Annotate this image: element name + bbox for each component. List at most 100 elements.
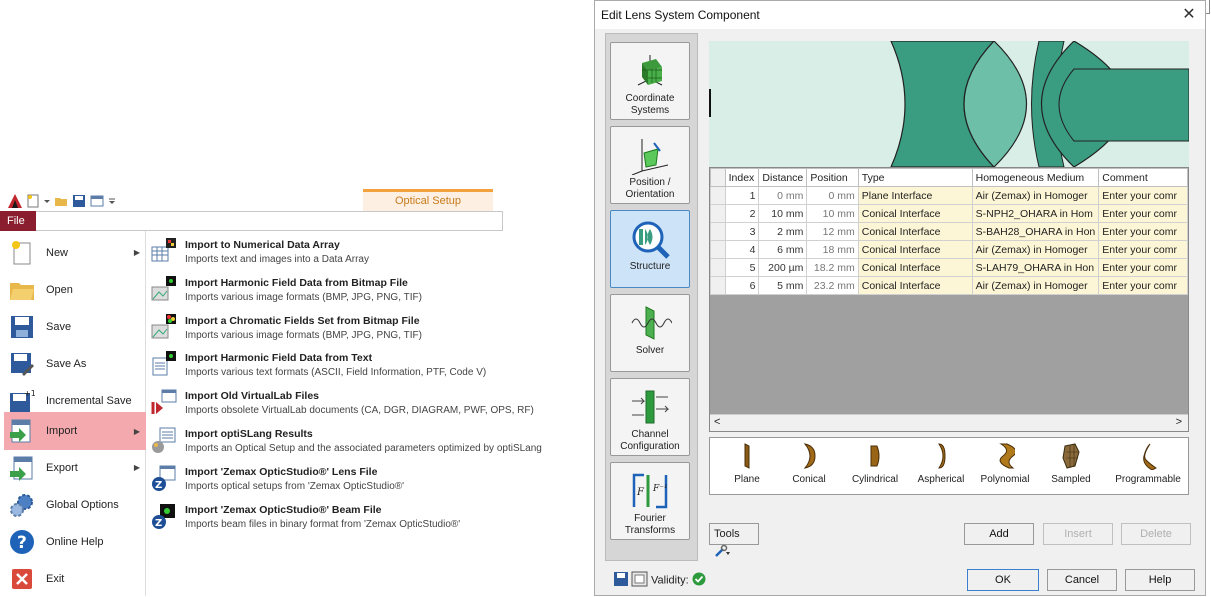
row-selector[interactable]	[710, 240, 726, 259]
horizontal-scrollbar[interactable]: < >	[710, 414, 1188, 431]
cell-medium[interactable]: Air (Zemax) in Homoger	[971, 240, 1100, 259]
import-old-virtuallab-files[interactable]: Import Old VirtualLab Files Imports obso…	[148, 384, 588, 422]
new-document-icon[interactable]	[26, 194, 40, 208]
import-harmonic-field-text[interactable]: Import Harmonic Field Data from Text Imp…	[148, 346, 588, 384]
open-folder-icon[interactable]	[54, 194, 68, 208]
cell-comment[interactable]: Enter your comr	[1098, 186, 1188, 205]
tools-dropdown-button[interactable]: Tools	[709, 523, 759, 557]
insert-button[interactable]: Insert	[1043, 523, 1113, 545]
import-zemax-beam-file[interactable]: Z Import 'Zemax OpticStudio®' Beam File …	[148, 498, 588, 536]
scrollbar-track[interactable]	[728, 417, 1168, 429]
menu-item-global-options[interactable]: Global Options	[4, 486, 146, 523]
cell-type[interactable]: Plane Interface	[857, 186, 973, 205]
column-header[interactable]: Distance	[758, 168, 808, 187]
cell-comment[interactable]: Enter your comr	[1098, 240, 1188, 259]
row-selector[interactable]	[710, 204, 726, 223]
catalog-item-aspherical[interactable]: Aspherical	[910, 442, 972, 485]
tab-file[interactable]: File	[0, 211, 36, 231]
catalog-item-conical[interactable]: Conical	[778, 442, 840, 485]
cell-type[interactable]: Conical Interface	[857, 222, 973, 241]
cell-comment[interactable]: Enter your comr	[1098, 222, 1188, 241]
cell-distance[interactable]: 200 µm	[758, 258, 808, 277]
cell-comment[interactable]: Enter your comr	[1098, 276, 1188, 295]
table-row[interactable]: 4 6 mm 18 mm Conical Interface Air (Zema…	[710, 240, 1188, 259]
sidebar-item-coordinate-systems[interactable]: Coordinate Systems	[610, 42, 690, 120]
cell-type[interactable]: Conical Interface	[857, 240, 973, 259]
row-selector[interactable]	[710, 276, 726, 295]
cell-comment[interactable]: Enter your comr	[1098, 204, 1188, 223]
catalog-item-polynomial[interactable]: Polynomial	[974, 442, 1036, 485]
sidebar-label: Channel Configuration	[620, 429, 680, 452]
cell-medium[interactable]: S-LAH79_OHARA in Hon	[971, 258, 1100, 277]
catalog-item-programmable[interactable]: Programmable	[1106, 442, 1190, 485]
plane-interface-icon	[737, 442, 757, 470]
cell-medium[interactable]: Air (Zemax) in Homoger	[971, 276, 1100, 295]
scroll-right-icon[interactable]: >	[1176, 416, 1182, 428]
dialog-title: Edit Lens System Component	[595, 1, 1205, 29]
import-chromatic-fields-bitmap[interactable]: Import a Chromatic Fields Set from Bitma…	[148, 309, 588, 347]
row-selector[interactable]	[710, 186, 726, 205]
column-header[interactable]: Position	[806, 168, 859, 187]
table-row[interactable]: 3 2 mm 12 mm Conical Interface S-BAH28_O…	[710, 222, 1188, 241]
sidebar-item-solver[interactable]: Solver	[610, 294, 690, 372]
table-row[interactable]: 2 10 mm 10 mm Conical Interface S-NPH2_O…	[710, 204, 1188, 223]
cell-type[interactable]: Conical Interface	[857, 276, 973, 295]
save-icon[interactable]	[72, 194, 86, 208]
import-numerical-data-array[interactable]: Import to Numerical Data Array Imports t…	[148, 233, 588, 271]
catalog-item-plane[interactable]: Plane	[716, 442, 778, 485]
menu-item-save-as[interactable]: Save As	[4, 345, 146, 382]
cell-position: 18 mm	[806, 240, 859, 259]
dropdown-chevron-icon[interactable]	[44, 194, 50, 208]
sidebar-item-channel-configuration[interactable]: Channel Configuration	[610, 378, 690, 456]
cell-distance[interactable]: 10 mm	[758, 204, 808, 223]
table-row[interactable]: 5 200 µm 18.2 mm Conical Interface S-LAH…	[710, 258, 1188, 277]
cell-distance[interactable]: 2 mm	[758, 222, 808, 241]
cell-distance[interactable]: 6 mm	[758, 240, 808, 259]
scroll-left-icon[interactable]: <	[714, 416, 720, 428]
column-header[interactable]: Homogeneous Medium	[971, 168, 1100, 187]
cancel-button[interactable]: Cancel	[1047, 569, 1117, 591]
sidebar-item-structure[interactable]: Structure	[610, 210, 690, 288]
sidebar-item-fourier-transforms[interactable]: F F⁻¹ Fourier Transforms	[610, 462, 690, 540]
import-optislang-results[interactable]: Import optiSLang Results Imports an Opti…	[148, 422, 588, 460]
cell-medium[interactable]: S-NPH2_OHARA in Hom	[971, 204, 1100, 223]
import-zemax-lens-file[interactable]: Z Import 'Zemax OpticStudio®' Lens File …	[148, 460, 588, 498]
menu-item-save[interactable]: Save	[4, 308, 146, 345]
ok-button[interactable]: OK	[967, 569, 1039, 591]
import-harmonic-field-bitmap[interactable]: Import Harmonic Field Data from Bitmap F…	[148, 271, 588, 309]
row-selector[interactable]	[710, 258, 726, 277]
tab-optical-setup[interactable]: Optical Setup	[363, 189, 493, 211]
cell-distance[interactable]: 0 mm	[758, 186, 808, 205]
cell-medium[interactable]: S-BAH28_OHARA in Hon	[971, 222, 1100, 241]
catalog-item-sampled[interactable]: Sampled	[1040, 442, 1102, 485]
catalog-item-cylindrical[interactable]: Cylindrical	[844, 442, 906, 485]
menu-label: Export	[46, 461, 78, 474]
column-header[interactable]: Type	[857, 168, 973, 187]
table-row[interactable]: 1 0 mm 0 mm Plane Interface Air (Zemax) …	[710, 186, 1188, 205]
save-icon[interactable]	[613, 571, 629, 590]
catalog-icon[interactable]	[631, 570, 649, 591]
cell-comment[interactable]: Enter your comr	[1098, 258, 1188, 277]
customize-chevron-icon[interactable]	[108, 194, 116, 208]
menu-item-import[interactable]: Import ▶	[4, 412, 146, 450]
column-header[interactable]: Index	[724, 168, 760, 187]
app-logo-icon[interactable]	[8, 194, 22, 208]
table-row[interactable]: 6 5 mm 23.2 mm Conical Interface Air (Ze…	[710, 276, 1188, 295]
cell-type[interactable]: Conical Interface	[857, 258, 973, 277]
help-button[interactable]: Help	[1125, 569, 1195, 591]
row-selector[interactable]	[710, 222, 726, 241]
menu-item-open[interactable]: Open	[4, 271, 146, 308]
menu-item-exit[interactable]: Exit	[4, 560, 146, 597]
close-icon[interactable]: ✕	[1179, 1, 1199, 29]
menu-item-export[interactable]: Export ▶	[4, 449, 146, 486]
delete-button[interactable]: Delete	[1121, 523, 1191, 545]
window-icon[interactable]	[90, 194, 104, 208]
menu-item-new[interactable]: New ▶	[4, 234, 146, 271]
column-header[interactable]: Comment	[1098, 168, 1188, 187]
menu-item-online-help[interactable]: ? Online Help	[4, 523, 146, 560]
sidebar-item-position-orientation[interactable]: Position / Orientation	[610, 126, 690, 204]
cell-medium[interactable]: Air (Zemax) in Homoger	[971, 186, 1100, 205]
cell-type[interactable]: Conical Interface	[857, 204, 973, 223]
cell-distance[interactable]: 5 mm	[758, 276, 808, 295]
add-button[interactable]: Add	[964, 523, 1034, 545]
